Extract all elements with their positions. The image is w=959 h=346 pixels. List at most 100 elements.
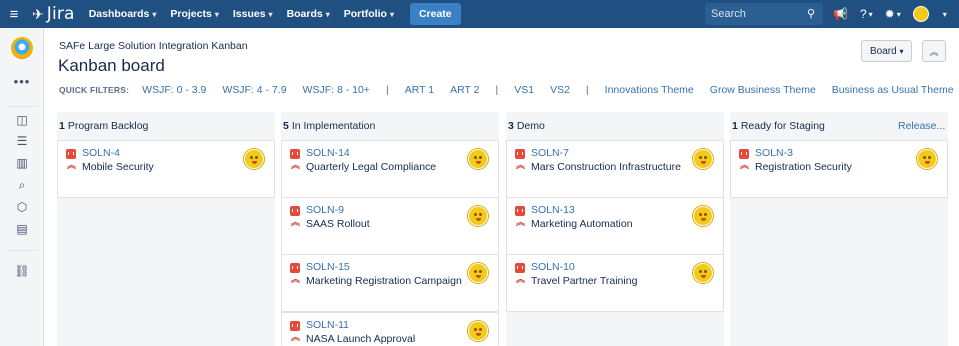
filter-wsjf-8-10[interactable]: WSJF: 8 - 10+ [303, 84, 370, 96]
more-icon[interactable]: ••• [0, 74, 44, 89]
assignee-avatar[interactable] [917, 149, 937, 169]
jira-logo[interactable]: ✈ Jira [32, 4, 75, 24]
collapse-header-icon[interactable]: ︽ [922, 40, 946, 62]
issue-key[interactable]: SOLN-9 [306, 204, 344, 216]
issue-card[interactable]: SOLN-14 ︽ Quarterly Legal Compliance [281, 140, 499, 198]
issue-summary: NASA Launch Approval [306, 333, 416, 345]
search-placeholder: Search [711, 8, 746, 20]
settings-icon[interactable]: ✹ [885, 7, 895, 21]
issue-card[interactable]: SOLN-15 ︽ Marketing Registration Campaig… [281, 254, 499, 312]
priority-high-icon: ︽ [291, 274, 301, 284]
priority-high-icon: ︽ [291, 332, 301, 342]
issue-card[interactable]: SOLN-13 ︽ Marketing Automation [506, 197, 724, 255]
column-header: 5 In Implementation [283, 120, 376, 132]
issue-key[interactable]: SOLN-11 [306, 319, 349, 331]
bug-icon [515, 206, 525, 216]
app-switcher-icon[interactable]: ≡ [0, 0, 28, 28]
issue-key[interactable]: SOLN-13 [531, 204, 575, 216]
filter-vs1[interactable]: VS1 [514, 84, 534, 96]
issue-card[interactable]: SOLN-9 ︽ SAAS Rollout [281, 197, 499, 255]
issue-card[interactable]: SOLN-11 ︽ NASA Launch Approval [281, 312, 499, 346]
issues-icon[interactable]: ⌕ [0, 178, 44, 193]
assignee-avatar[interactable] [693, 149, 713, 169]
project-sidebar: ••• ◫ ☰ ▥ ⌕ ⬡ ▤ ⛓ [0, 28, 44, 346]
assignee-avatar[interactable] [468, 321, 488, 341]
search-icon: ⚲ [806, 8, 815, 20]
assignee-avatar[interactable] [244, 149, 264, 169]
releases-icon[interactable]: ▤ [0, 222, 44, 236]
add-link-icon[interactable]: ⛓ [0, 264, 44, 278]
issue-card[interactable]: SOLN-10 ︽ Travel Partner Training [506, 254, 724, 312]
issue-summary: Travel Partner Training [531, 275, 638, 287]
issue-key[interactable]: SOLN-15 [306, 261, 350, 273]
bug-icon [66, 149, 76, 159]
filter-wsjf-4-7-9[interactable]: WSJF: 4 - 7.9 [222, 84, 286, 96]
release-link[interactable]: Release... [898, 112, 945, 140]
nav-projects[interactable]: Projects ▾ [170, 8, 218, 20]
issue-summary: Mars Construction Infrastructure [531, 161, 681, 173]
issue-summary: Quarterly Legal Compliance [306, 161, 437, 173]
issue-summary: Marketing Registration Campaign [306, 275, 462, 287]
filter-vs2[interactable]: VS2 [550, 84, 570, 96]
assignee-avatar[interactable] [468, 263, 488, 283]
priority-high-icon: ︽ [516, 160, 526, 170]
priority-high-icon: ︽ [516, 274, 526, 284]
assignee-avatar[interactable] [468, 206, 488, 226]
filter-separator: | [495, 84, 499, 96]
bug-icon [290, 321, 300, 331]
issue-summary: Registration Security [755, 161, 852, 173]
backlog-icon[interactable]: ☰ [0, 134, 44, 148]
search-input[interactable]: Search ⚲ [705, 3, 823, 25]
nav-boards[interactable]: Boards ▾ [287, 8, 330, 20]
help-caret-icon: ▾ [868, 9, 873, 19]
project-avatar[interactable] [11, 37, 33, 59]
bug-icon [515, 263, 525, 273]
breadcrumb[interactable]: SAFe Large Solution Integration Kanban [59, 40, 248, 52]
create-button[interactable]: Create [409, 3, 461, 25]
issue-key[interactable]: SOLN-14 [306, 147, 350, 159]
priority-high-icon: ︽ [740, 160, 750, 170]
user-avatar[interactable] [912, 6, 929, 22]
column-header: 1 Ready for Staging [732, 120, 825, 132]
issue-card[interactable]: SOLN-7 ︽ Mars Construction Infrastructur… [506, 140, 724, 198]
quick-filters-label: QUICK FILTERS: [59, 85, 130, 95]
sidebar-divider [6, 250, 38, 251]
top-right-icons: 📢 ? ▾ ✹ ▾ ▾ [833, 0, 959, 28]
board-icon[interactable]: ◫ [0, 113, 44, 127]
help-icon[interactable]: ? [860, 7, 867, 21]
assignee-avatar[interactable] [693, 263, 713, 283]
issue-key[interactable]: SOLN-3 [755, 147, 793, 159]
issue-card[interactable]: SOLN-4 ︽ Mobile Security [57, 140, 275, 198]
bug-icon [290, 206, 300, 216]
nav-issues[interactable]: Issues ▾ [233, 8, 273, 20]
issue-card[interactable]: SOLN-3 ︽ Registration Security [730, 140, 948, 198]
assignee-avatar[interactable] [468, 149, 488, 169]
settings-caret-icon: ▾ [896, 9, 901, 19]
filter-grow-business-theme[interactable]: Grow Business Theme [710, 84, 816, 96]
issue-summary: Marketing Automation [531, 218, 633, 230]
filter-separator: | [585, 84, 589, 96]
filter-art-2[interactable]: ART 2 [450, 84, 479, 96]
issue-key[interactable]: SOLN-7 [531, 147, 569, 159]
components-icon[interactable]: ⬡ [0, 200, 44, 214]
filter-innovations-theme[interactable]: Innovations Theme [605, 84, 694, 96]
nav-dashboards[interactable]: Dashboards ▾ [89, 8, 157, 20]
issue-key[interactable]: SOLN-4 [82, 147, 120, 159]
assignee-avatar[interactable] [693, 206, 713, 226]
bug-icon [515, 149, 525, 159]
nav-portfolio[interactable]: Portfolio ▾ [344, 8, 394, 20]
filter-art-1[interactable]: ART 1 [405, 84, 434, 96]
notifications-icon[interactable]: 📢 [833, 7, 848, 21]
top-navigation: ≡ ✈ Jira Dashboards ▾ Projects ▾ Issues ▾ B… [0, 0, 959, 28]
filter-business-as-usual-theme[interactable]: Business as Usual Theme [832, 84, 954, 96]
reports-icon[interactable]: ▥ [0, 156, 44, 170]
issue-summary: SAAS Rollout [306, 218, 370, 230]
filter-wsjf-0-3-9[interactable]: WSJF: 0 - 3.9 [142, 84, 206, 96]
board-menu-button[interactable]: Board ▾ [861, 40, 913, 62]
priority-high-icon: ︽ [516, 217, 526, 227]
page-title: Kanban board [58, 56, 165, 75]
jira-logo-icon: ✈ [32, 5, 44, 22]
column-header: 1 Program Backlog [59, 120, 149, 132]
issue-key[interactable]: SOLN-10 [531, 261, 575, 273]
bug-icon [739, 149, 749, 159]
